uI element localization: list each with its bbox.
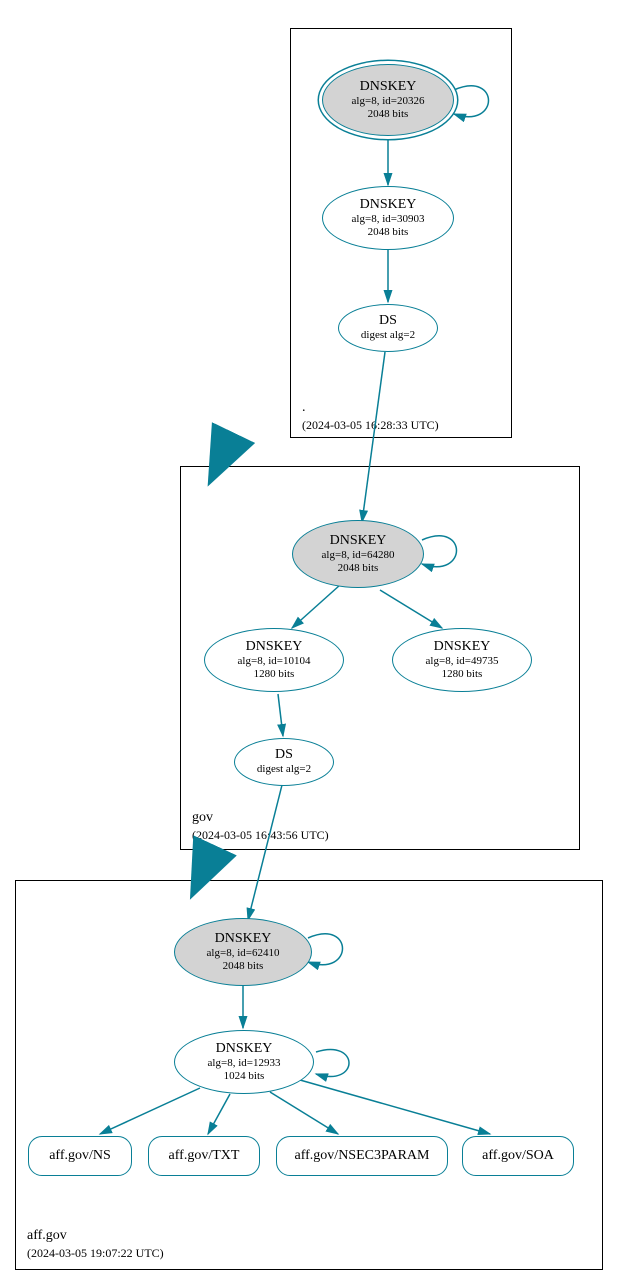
node-sub1: alg=8, id=20326 — [352, 95, 425, 108]
zone-affgov-timestamp: (2024-03-05 19:07:22 UTC) — [27, 1246, 164, 1261]
zone-gov-label: gov — [192, 810, 213, 826]
node-rr-txt: aff.gov/TXT — [148, 1136, 260, 1176]
node-title: DNSKEY — [246, 639, 303, 655]
node-sub2: 1280 bits — [254, 668, 295, 681]
node-sub1: alg=8, id=12933 — [208, 1057, 281, 1070]
node-sub2: 1024 bits — [224, 1070, 265, 1083]
node-sub1: alg=8, id=62410 — [207, 947, 280, 960]
node-sub1: alg=8, id=30903 — [352, 213, 425, 226]
node-gov-zsk1: DNSKEY alg=8, id=10104 1280 bits — [204, 628, 344, 692]
node-gov-ds: DS digest alg=2 — [234, 738, 334, 786]
node-sub1: digest alg=2 — [257, 763, 311, 776]
node-title: aff.gov/SOA — [482, 1148, 554, 1164]
node-aff-zsk: DNSKEY alg=8, id=12933 1024 bits — [174, 1030, 314, 1094]
node-sub2: 2048 bits — [368, 226, 409, 239]
node-root-zsk: DNSKEY alg=8, id=30903 2048 bits — [322, 186, 454, 250]
node-sub1: alg=8, id=10104 — [238, 655, 311, 668]
zone-affgov — [15, 880, 603, 1270]
node-title: aff.gov/TXT — [169, 1148, 240, 1164]
node-title: DNSKEY — [360, 79, 417, 95]
node-title: DNSKEY — [216, 1041, 273, 1057]
node-title: aff.gov/NS — [49, 1148, 111, 1164]
node-rr-ns: aff.gov/NS — [28, 1136, 132, 1176]
node-root-ds: DS digest alg=2 — [338, 304, 438, 352]
node-aff-ksk: DNSKEY alg=8, id=62410 2048 bits — [174, 918, 312, 986]
node-gov-ksk: DNSKEY alg=8, id=64280 2048 bits — [292, 520, 424, 588]
node-sub1: alg=8, id=49735 — [426, 655, 499, 668]
node-title: DS — [275, 747, 293, 763]
zone-affgov-label: aff.gov — [27, 1228, 67, 1244]
zone-root-timestamp: (2024-03-05 16:28:33 UTC) — [302, 418, 439, 433]
node-title: DS — [379, 313, 397, 329]
node-rr-nsec: aff.gov/NSEC3PARAM — [276, 1136, 448, 1176]
node-title: DNSKEY — [434, 639, 491, 655]
node-title: aff.gov/NSEC3PARAM — [295, 1148, 430, 1164]
zone-root-label: . — [302, 400, 306, 416]
node-sub2: 1280 bits — [442, 668, 483, 681]
node-title: DNSKEY — [360, 197, 417, 213]
node-sub1: alg=8, id=64280 — [322, 549, 395, 562]
node-root-ksk: DNSKEY alg=8, id=20326 2048 bits — [322, 64, 454, 136]
node-title: DNSKEY — [215, 931, 272, 947]
node-rr-soa: aff.gov/SOA — [462, 1136, 574, 1176]
node-sub2: 2048 bits — [223, 960, 264, 973]
node-sub1: digest alg=2 — [361, 329, 415, 342]
node-sub2: 2048 bits — [338, 562, 379, 575]
node-sub2: 2048 bits — [368, 108, 409, 121]
node-gov-zsk2: DNSKEY alg=8, id=49735 1280 bits — [392, 628, 532, 692]
zone-gov-timestamp: (2024-03-05 16:43:56 UTC) — [192, 828, 329, 843]
node-title: DNSKEY — [330, 533, 387, 549]
